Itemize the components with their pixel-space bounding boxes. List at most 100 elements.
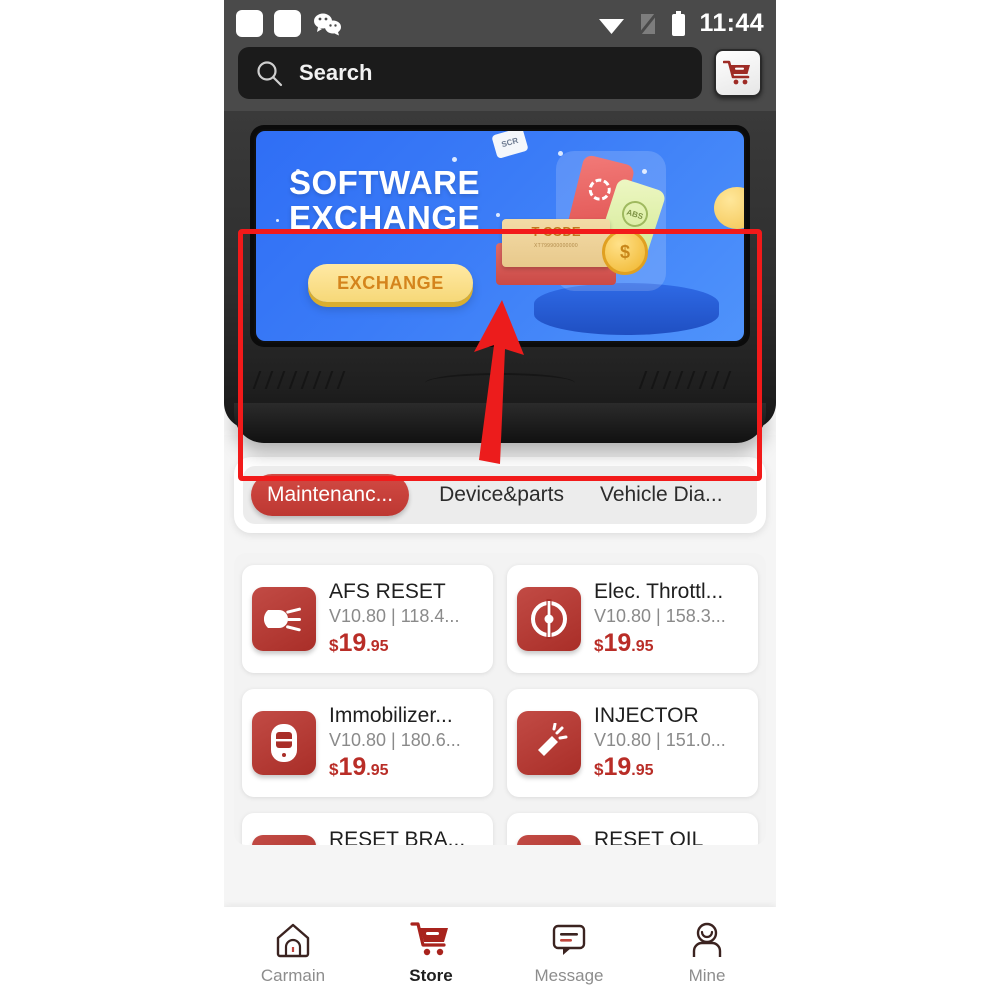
product-name: RESET OIL (594, 827, 704, 845)
nav-label: Store (409, 966, 453, 985)
gear-badge-icon (584, 174, 615, 205)
banner-artwork: ABS SCR THINKCAR T-CODE XT799900000000 (491, 131, 744, 341)
product-info: Immobilizer... V10.80 | 180.6... $19.95 (329, 704, 483, 782)
tablet-device-frame: SOFTWARE EXCHANGE EXCHANGE ABS SCR T-COD… (224, 111, 776, 481)
tab-vehicle-diagnostics[interactable]: Vehicle Dia... (600, 483, 723, 507)
promo-banner[interactable]: SOFTWARE EXCHANGE EXCHANGE ABS SCR T-COD… (254, 129, 746, 343)
product-card[interactable]: RESET OIL V10.80 | 189.8... $19.95 (507, 813, 758, 845)
product-info: AFS RESET V10.80 | 118.4... $19.95 (329, 580, 483, 658)
cart-button[interactable] (714, 49, 762, 97)
coin-symbol: $ (619, 241, 630, 262)
product-card[interactable]: AFS RESET V10.80 | 118.4... $19.95 (242, 565, 493, 673)
t-code-number: XT799900000000 (534, 243, 578, 249)
product-name: Immobilizer... (329, 703, 453, 727)
product-info: Elec. Throttl... V10.80 | 158.3... $19.9… (594, 580, 748, 658)
app-square-icon (274, 10, 301, 37)
product-name: RESET BRA... (329, 827, 466, 845)
nav-item-carmain[interactable]: Carmain (224, 921, 362, 986)
search-placeholder: Search (299, 60, 373, 85)
price-integer: 19 (338, 629, 367, 658)
status-bar-right-icons: 11:44 (598, 9, 764, 38)
search-icon (257, 60, 283, 86)
product-grid: AFS RESET V10.80 | 118.4... $19.95 Elec.… (242, 565, 758, 845)
nav-label: Carmain (260, 966, 326, 985)
tab-maintenance[interactable]: Maintenanc... (251, 474, 410, 516)
no-sim-icon (639, 12, 658, 35)
price-integer: 19 (603, 753, 632, 782)
status-bar: 11:44 (224, 0, 776, 47)
price-integer: 19 (603, 629, 632, 658)
product-list: AFS RESET V10.80 | 118.4... $19.95 Elec.… (234, 553, 766, 845)
clock: 11:44 (699, 9, 764, 37)
price-decimal: .95 (366, 762, 389, 780)
app-square-icon (236, 10, 263, 37)
nav-item-message[interactable]: Message (500, 921, 638, 986)
product-price: $19.95 (594, 629, 748, 658)
nav-item-store[interactable]: Store (362, 921, 500, 986)
shopping-cart-icon (723, 60, 750, 85)
injector-icon (517, 711, 581, 775)
oil-bottle-icon (517, 835, 581, 845)
banner-title-line1: SOFTWARE (289, 164, 480, 201)
banner-title-line2: EXCHANGE (289, 199, 481, 237)
home-icon (276, 923, 310, 958)
wechat-icon (314, 13, 341, 35)
product-card[interactable]: INJECTOR V10.80 | 151.0... $19.95 (507, 689, 758, 797)
search-input[interactable]: Search (238, 47, 702, 99)
product-info: RESET BRA... V10.80 | 250.2... $19.95 (329, 828, 483, 845)
throttle-icon (517, 587, 581, 651)
battery-icon (672, 10, 686, 36)
category-tabs-track: Maintenanc... Device&parts Vehicle Dia..… (243, 466, 757, 524)
device-screen: SOFTWARE EXCHANGE EXCHANGE ABS SCR T-COD… (250, 125, 750, 347)
tab-device-parts[interactable]: Device&parts (439, 483, 564, 507)
scr-tag-label: SCR (500, 135, 520, 150)
device-base (234, 403, 766, 443)
product-info: INJECTOR V10.80 | 151.0... $19.95 (594, 704, 748, 782)
message-icon (552, 924, 586, 955)
t-code-ticket: T-CODE XT799900000000 (502, 219, 610, 267)
car-key-icon (252, 711, 316, 775)
price-decimal: .95 (631, 762, 654, 780)
scr-tag: SCR (491, 131, 529, 159)
person-icon (692, 922, 722, 957)
product-card[interactable]: Immobilizer... V10.80 | 180.6... $19.95 (242, 689, 493, 797)
product-meta: V10.80 | 158.3... (594, 606, 726, 627)
product-meta: V10.80 | 151.0... (594, 730, 726, 751)
product-info: RESET OIL V10.80 | 189.8... $19.95 (594, 828, 748, 845)
brake-disc-icon (252, 835, 316, 845)
product-card[interactable]: Elec. Throttl... V10.80 | 158.3... $19.9… (507, 565, 758, 673)
category-tabs: Maintenanc... Device&parts Vehicle Dia..… (234, 457, 766, 533)
phone-screen: 11:44 Search SOFTWARE EXCHANGE EXCHANGE … (224, 0, 776, 1000)
coin-icon: $ (602, 229, 648, 275)
wifi-icon (599, 18, 625, 34)
banner-title: SOFTWARE EXCHANGE (289, 165, 480, 236)
yellow-blob (714, 187, 744, 229)
price-decimal: .95 (366, 638, 389, 656)
nav-item-mine[interactable]: Mine (638, 921, 776, 986)
status-bar-left-icons (236, 10, 342, 37)
product-name: INJECTOR (594, 703, 699, 727)
device-banner-section: SOFTWARE EXCHANGE EXCHANGE ABS SCR T-COD… (224, 111, 776, 481)
product-name: AFS RESET (329, 579, 446, 603)
bottom-navigation: Carmain Store Message Mine (224, 907, 776, 1000)
product-price: $19.95 (329, 629, 483, 658)
product-name: Elec. Throttl... (594, 579, 724, 603)
product-meta: V10.80 | 118.4... (329, 606, 460, 627)
exchange-button[interactable]: EXCHANGE (308, 264, 473, 302)
t-code-title: T-CODE (531, 224, 581, 239)
speaker-grille-left (252, 371, 362, 389)
exchange-button-label: EXCHANGE (337, 272, 444, 293)
product-price: $19.95 (594, 753, 748, 782)
cart-icon (410, 922, 448, 956)
price-integer: 19 (338, 753, 367, 782)
price-decimal: .95 (631, 638, 654, 656)
speaker-grille-right (638, 371, 748, 389)
search-header: Search (224, 47, 776, 111)
product-meta: V10.80 | 180.6... (329, 730, 461, 751)
product-price: $19.95 (329, 753, 483, 782)
product-card[interactable]: RESET BRA... V10.80 | 250.2... $19.95 (242, 813, 493, 845)
nav-label: Mine (688, 966, 726, 985)
nav-label: Message (534, 966, 604, 985)
headlight-icon (252, 587, 316, 651)
device-notch (425, 373, 575, 383)
